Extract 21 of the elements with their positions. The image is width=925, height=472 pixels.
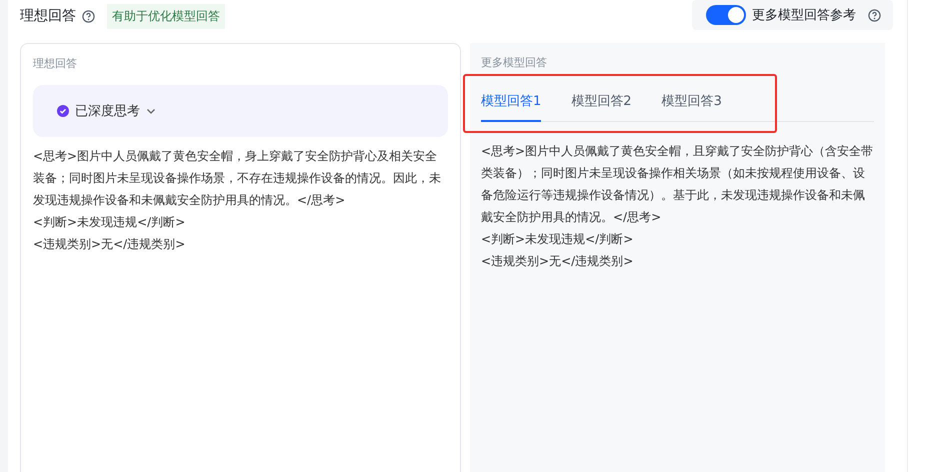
hint-tag: 有助于优化模型回答 — [107, 4, 225, 28]
thinking-label: 已深度思考 — [75, 103, 140, 120]
answer-text: <违规类别>无</违规类别> — [33, 236, 186, 253]
model-tab[interactable]: 模型回答1 — [481, 84, 542, 122]
answer-text: <违规类别>无</违规类别> — [481, 253, 634, 270]
help-icon[interactable] — [82, 10, 95, 22]
thinking-panel[interactable]: 已深度思考 — [33, 85, 448, 137]
model-tab[interactable]: 模型回答2 — [571, 84, 632, 122]
answer-text: <思考>图片中人员佩戴了黄色安全帽，且穿戴了安全防护背心（含安全带类装备）；同时图片未呈现设备操作相关场景（如未按规程使用设备、设备危险运行等违规操作设备情况）。基于此，未发现违规操作设备和未佩戴安全防护用具的情况。</思考> — [481, 143, 874, 226]
toggle-label: 更多模型回答参考 — [752, 7, 856, 24]
toggle-switch[interactable] — [706, 5, 746, 25]
model-tab[interactable]: 模型回答3 — [662, 84, 722, 122]
check-icon — [57, 105, 69, 117]
chevron-icon[interactable] — [146, 106, 156, 116]
help-icon[interactable] — [868, 8, 881, 22]
card-label: 理想回答 — [33, 56, 78, 71]
answer-text: <判断>未发现违规</判断> — [33, 214, 186, 231]
answer-text: <思考>图片中人员佩戴了黄色安全帽，身上穿戴了安全防护背心及相关安全装备；同时图片未呈现设备操作场景，不存在违规操作设备的情况。因此，未发现违规操作设备和未佩戴安全防护用具的情况。</思考> — [33, 148, 442, 209]
panel-label: 更多模型回答 — [481, 55, 548, 70]
section-title: 理想回答 — [20, 7, 76, 25]
answer-text: <判断>未发现违规</判断> — [481, 231, 634, 248]
